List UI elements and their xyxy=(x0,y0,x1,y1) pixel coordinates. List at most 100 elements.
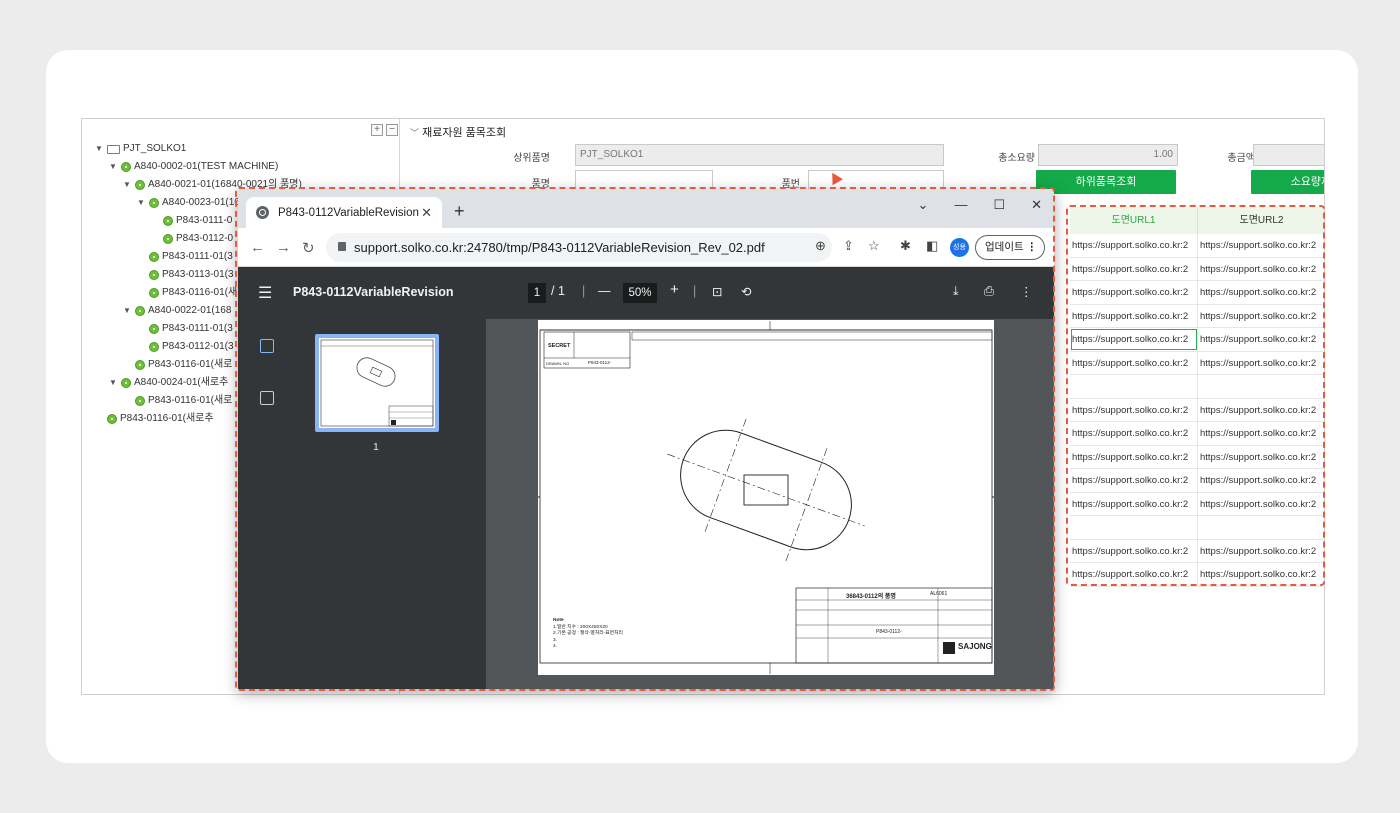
profile-avatar[interactable]: 성용 xyxy=(950,238,969,257)
update-button[interactable]: 업데이트 ⋮ xyxy=(975,235,1045,260)
url-cell[interactable]: https://support.solko.co.kr:2 xyxy=(1070,469,1198,492)
url-cell[interactable]: https://support.solko.co.kr:2 xyxy=(1070,328,1198,351)
table-row[interactable]: https://support.solko.co.kr:2 https://sup… xyxy=(1070,539,1324,563)
maximize-icon[interactable]: ☐ xyxy=(993,197,1005,213)
url-cell[interactable]: https://support.solko.co.kr:2 xyxy=(1198,352,1324,375)
expand-caret-icon[interactable]: ▼ xyxy=(122,303,132,319)
expand-caret-icon[interactable]: ▼ xyxy=(108,375,118,391)
back-icon[interactable]: ← xyxy=(250,239,265,256)
total-amount-field[interactable]: 0 xyxy=(1253,144,1324,166)
browser-tab[interactable]: P843-0112VariableRevision ✕ xyxy=(246,197,442,228)
url-cell[interactable]: https://support.solko.co.kr:2 xyxy=(1070,234,1198,257)
url-cell[interactable]: https://support.solko.co.kr:2 xyxy=(1070,492,1198,515)
table-row[interactable]: https://support.solko.co.kr:2 https://sup… xyxy=(1070,422,1324,446)
table-row[interactable]: https://support.solko.co.kr:2 https://sup… xyxy=(1070,328,1324,352)
url-cell[interactable]: https://support.solko.co.kr:2 xyxy=(1070,304,1198,327)
url-cell[interactable]: https://support.solko.co.kr:2 xyxy=(1198,281,1324,304)
tree-node[interactable]: P843-0112-0 xyxy=(150,231,233,247)
tree-node[interactable]: ▼ A840-0022-01(168 xyxy=(122,303,231,319)
url-cell[interactable] xyxy=(1070,375,1198,398)
url-cell[interactable]: https://support.solko.co.kr:2 xyxy=(1070,398,1198,421)
rotate-icon[interactable]: ⟲ xyxy=(741,284,751,299)
col-header-url2[interactable]: 도면URL2 xyxy=(1198,207,1324,234)
expand-caret-icon[interactable]: ▼ xyxy=(136,195,146,211)
forward-icon[interactable]: → xyxy=(276,239,291,256)
url-cell[interactable]: https://support.solko.co.kr:2 xyxy=(1198,305,1324,328)
url-cell[interactable]: https://support.solko.co.kr:2 xyxy=(1198,422,1324,445)
zoom-in-icon[interactable]: + xyxy=(670,281,679,298)
url-cell[interactable]: https://support.solko.co.kr:2 xyxy=(1070,351,1198,374)
table-row[interactable]: https://support.solko.co.kr:2 https://sup… xyxy=(1070,281,1324,305)
parent-name-field[interactable]: PJT_SOLKO1 xyxy=(575,144,944,166)
tab-close-icon[interactable]: ✕ xyxy=(421,205,432,221)
outline-icon[interactable] xyxy=(260,391,274,405)
tree-node[interactable]: P843-0116-01(새 xyxy=(136,285,237,301)
zoom-out-icon[interactable]: — xyxy=(598,284,611,298)
menu-icon[interactable]: ☰ xyxy=(258,283,272,303)
side-panel-icon[interactable]: ◧ xyxy=(926,238,938,254)
minimize-icon[interactable]: — xyxy=(954,197,967,213)
more-menu-icon[interactable]: ⋮ xyxy=(1027,236,1038,258)
tree-node[interactable]: P843-0113-01(3 xyxy=(136,267,234,283)
tree-node[interactable]: ▼ A840-0002-01(TEST MACHINE) xyxy=(108,159,278,175)
url-cell[interactable] xyxy=(1070,516,1198,539)
table-row[interactable]: https://support.solko.co.kr:2 https://sup… xyxy=(1070,304,1324,328)
url-cell[interactable]: https://support.solko.co.kr:2 xyxy=(1070,539,1198,562)
thumbnails-icon[interactable] xyxy=(260,339,274,353)
table-row[interactable] xyxy=(1070,516,1324,540)
fit-page-icon[interactable]: ⊡ xyxy=(712,284,722,299)
table-row[interactable]: https://support.solko.co.kr:2 https://sup… xyxy=(1070,445,1324,469)
zoom-level-input[interactable]: 50% xyxy=(623,283,657,303)
tree-node[interactable]: P843-0116-01(새로추 xyxy=(94,411,214,427)
table-row[interactable] xyxy=(1070,375,1324,399)
tree-node[interactable]: ▼ A840-0024-01(새로추 xyxy=(108,375,228,391)
url-cell[interactable]: https://support.solko.co.kr:2 xyxy=(1198,234,1324,257)
expand-caret-icon[interactable]: ▼ xyxy=(122,177,132,193)
tree-node[interactable]: P843-0111-0 xyxy=(150,213,232,229)
page-number-input[interactable]: 1 xyxy=(528,283,546,303)
share-icon[interactable]: ⇪ xyxy=(843,238,854,254)
total-qty-field[interactable]: 1.00 xyxy=(1038,144,1178,166)
table-row[interactable]: https://support.solko.co.kr:2 https://sup… xyxy=(1070,234,1324,258)
tree-node[interactable]: P843-0111-01(3 xyxy=(136,321,233,337)
table-row[interactable]: https://support.solko.co.kr:2 https://sup… xyxy=(1070,563,1324,587)
collapse-all-icon[interactable]: − xyxy=(386,124,398,136)
url-cell[interactable]: https://support.solko.co.kr:2 xyxy=(1070,445,1198,468)
tree-node[interactable]: P843-0116-01(새로 xyxy=(122,357,232,373)
url-cell[interactable]: https://support.solko.co.kr:2 xyxy=(1198,563,1324,586)
url-cell[interactable]: https://support.solko.co.kr:2 xyxy=(1198,399,1324,422)
expand-caret-icon[interactable]: ▼ xyxy=(94,141,104,157)
tab-search-chevron-icon[interactable]: ⌄ xyxy=(918,197,929,213)
url-cell[interactable]: https://support.solko.co.kr:2 xyxy=(1070,422,1198,445)
pdf-more-icon[interactable]: ⋮ xyxy=(1020,284,1033,299)
table-row[interactable]: https://support.solko.co.kr:2 https://sup… xyxy=(1070,469,1324,493)
tree-node[interactable]: ▼ PJT_SOLKO1 xyxy=(94,141,186,157)
recalc-qty-button[interactable]: 소요량재계산 xyxy=(1251,170,1324,194)
url-cell[interactable]: https://support.solko.co.kr:2 xyxy=(1070,563,1198,586)
sub-item-query-button[interactable]: 하위품목조회 xyxy=(1036,170,1176,194)
col-header-url1[interactable]: 도면URL1 xyxy=(1070,207,1198,234)
expand-caret-icon[interactable]: ▼ xyxy=(108,159,118,175)
address-bar[interactable]: support.solko.co.kr:24780/tmp/P843-0112V… xyxy=(326,233,832,262)
url-cell[interactable]: https://support.solko.co.kr:2 xyxy=(1070,257,1198,280)
table-row[interactable]: https://support.solko.co.kr:2 https://sup… xyxy=(1070,492,1324,516)
url-cell[interactable] xyxy=(1198,516,1324,539)
url-cell[interactable]: https://support.solko.co.kr:2 xyxy=(1198,258,1324,281)
url-cell[interactable]: https://support.solko.co.kr:2 xyxy=(1070,281,1198,304)
extensions-icon[interactable]: ✱ xyxy=(900,238,911,254)
table-row[interactable]: https://support.solko.co.kr:2 https://sup… xyxy=(1070,398,1324,422)
table-row[interactable]: https://support.solko.co.kr:2 https://sup… xyxy=(1070,351,1324,375)
page-thumbnail[interactable] xyxy=(315,334,439,432)
tree-node[interactable]: ▼ A840-0023-01(16 xyxy=(136,195,240,211)
url-cell[interactable]: https://support.solko.co.kr:2 xyxy=(1198,446,1324,469)
tree-node[interactable]: P843-0112-01(3 xyxy=(136,339,234,355)
table-row[interactable]: https://support.solko.co.kr:2 https://sup… xyxy=(1070,257,1324,281)
url-cell[interactable]: https://support.solko.co.kr:2 xyxy=(1198,328,1324,351)
bookmark-star-icon[interactable]: ☆ xyxy=(868,238,880,254)
close-window-icon[interactable]: ✕ xyxy=(1031,197,1042,213)
tree-node[interactable]: P843-0111-01(3 xyxy=(136,249,233,265)
url-cell[interactable]: https://support.solko.co.kr:2 xyxy=(1198,540,1324,563)
download-icon[interactable]: ⤓ xyxy=(953,284,959,299)
expand-all-icon[interactable]: + xyxy=(371,124,383,136)
url-cell[interactable]: https://support.solko.co.kr:2 xyxy=(1198,493,1324,516)
